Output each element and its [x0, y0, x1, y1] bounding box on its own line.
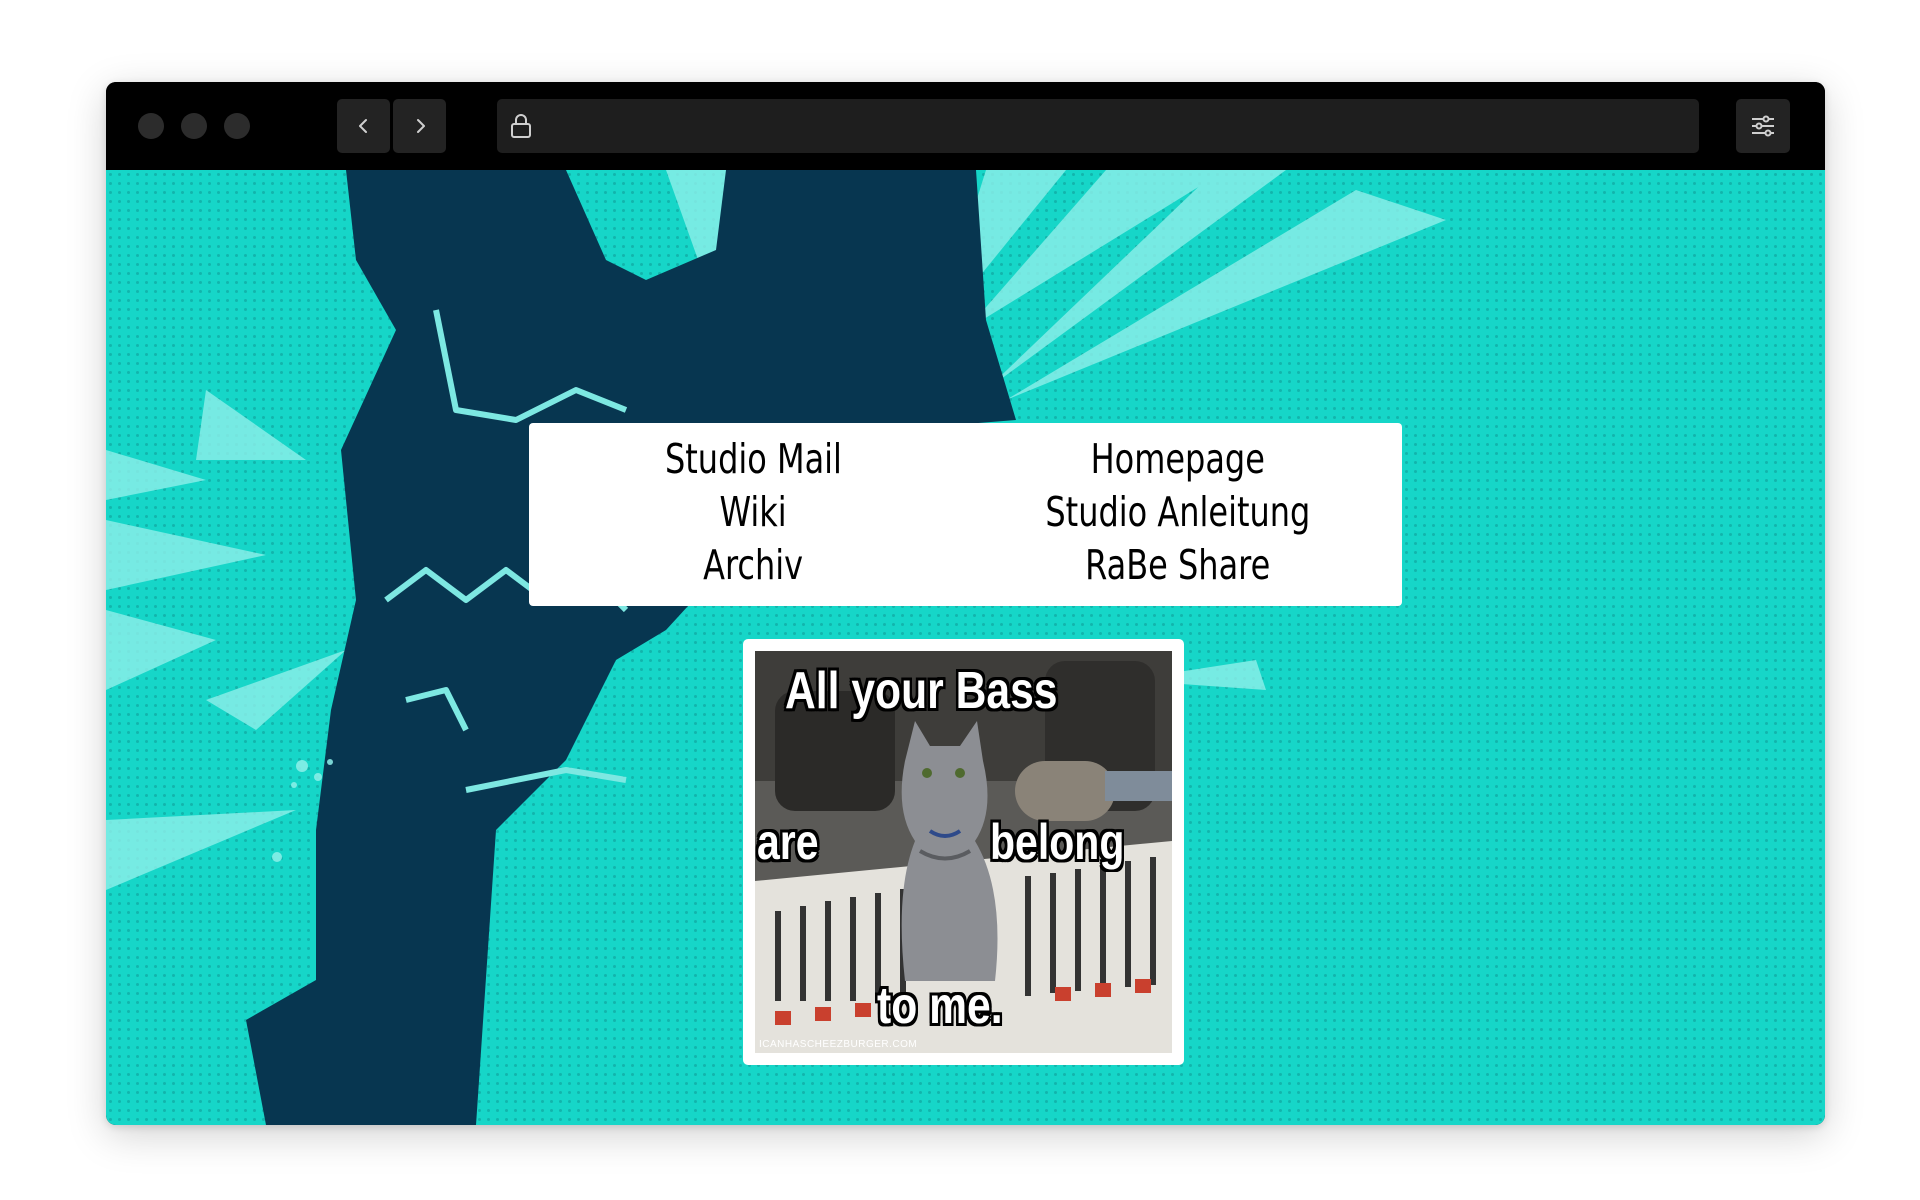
- lock-icon: [511, 114, 531, 138]
- link-homepage[interactable]: Homepage: [1091, 433, 1265, 486]
- browser-toolbar: [106, 82, 1825, 170]
- meme-watermark: ICANHASCHEEZBURGER.COM: [759, 1039, 918, 1050]
- back-button[interactable]: [337, 99, 390, 153]
- browser-window: Studio Mail Wiki Archiv Homepage Studio …: [106, 82, 1825, 1125]
- chevron-left-icon: [358, 119, 367, 133]
- links-panel: Studio Mail Wiki Archiv Homepage Studio …: [529, 423, 1402, 606]
- settings-button[interactable]: [1736, 99, 1790, 153]
- sliders-icon: [1752, 115, 1774, 137]
- link-studio-anleitung[interactable]: Studio Anleitung: [1045, 486, 1310, 539]
- chevron-right-icon: [416, 119, 425, 133]
- meme-caption-belong: belong: [990, 814, 1125, 870]
- forward-button[interactable]: [393, 99, 446, 153]
- meme-card: All your Bass are belong to me. ICANHASC…: [743, 639, 1184, 1065]
- meme-caption-are: are: [757, 814, 819, 870]
- meme-image: All your Bass are belong to me. ICANHASC…: [755, 651, 1172, 1053]
- link-archiv[interactable]: Archiv: [703, 539, 803, 592]
- address-bar[interactable]: [497, 99, 1699, 153]
- meme-caption-bottom: to me.: [877, 977, 1003, 1035]
- links-column-right: Homepage Studio Anleitung RaBe Share: [978, 433, 1378, 592]
- minimize-window-button[interactable]: [181, 113, 207, 139]
- meme-caption-top: All your Bass: [785, 662, 1058, 720]
- links-column-left: Studio Mail Wiki Archiv: [553, 433, 953, 592]
- maximize-window-button[interactable]: [224, 113, 250, 139]
- link-wiki[interactable]: Wiki: [719, 486, 786, 539]
- close-window-button[interactable]: [138, 113, 164, 139]
- page-viewport: Studio Mail Wiki Archiv Homepage Studio …: [106, 170, 1825, 1125]
- link-rabe-share[interactable]: RaBe Share: [1085, 539, 1270, 592]
- link-studio-mail[interactable]: Studio Mail: [665, 433, 842, 486]
